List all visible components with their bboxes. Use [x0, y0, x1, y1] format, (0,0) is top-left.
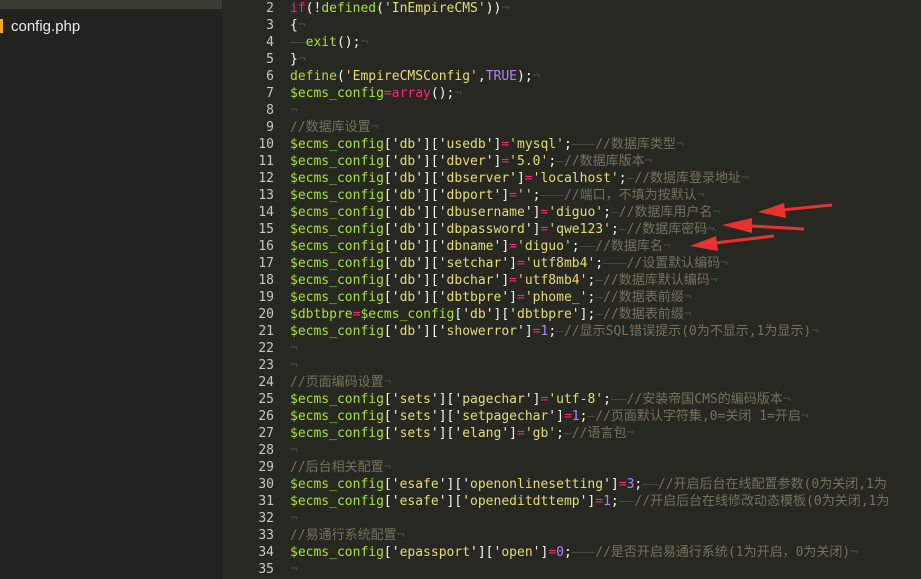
arrow-line-15: [752, 226, 804, 229]
arrow-head-15: [722, 218, 752, 233]
arrow-line-14: [782, 205, 832, 210]
arrow-head-16: [690, 236, 718, 251]
annotation-arrow: [0, 0, 921, 579]
arrow-line-16: [715, 236, 774, 243]
arrow-head-14: [758, 203, 786, 218]
